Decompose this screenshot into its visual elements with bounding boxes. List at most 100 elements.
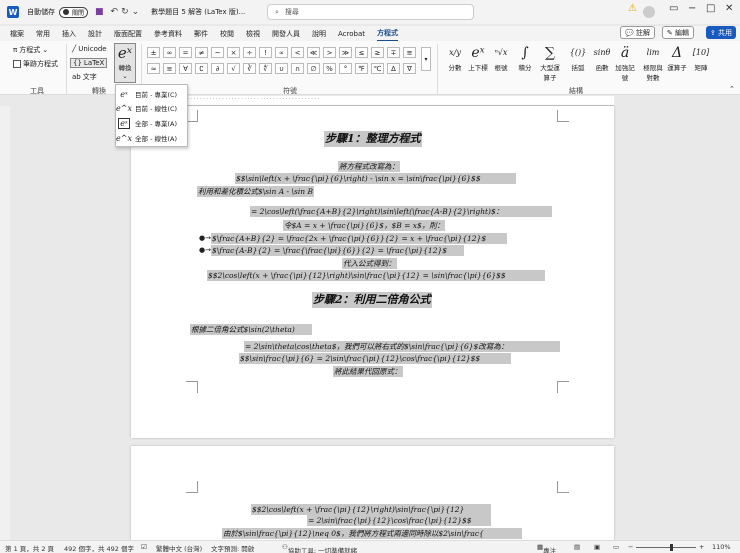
menu-item-current-professional[interactable]: eˣ 目前 - 專業(C) — [118, 87, 187, 101]
avatar[interactable] — [643, 6, 655, 18]
zoom-slider[interactable] — [636, 547, 696, 548]
tab-equation[interactable]: 方程式 — [377, 26, 398, 42]
convert-button[interactable]: eˣ 轉換 ⌄ — [114, 43, 136, 83]
zoom-level[interactable]: 110% — [712, 543, 731, 551]
focus-button[interactable]: ▦ 專注 — [537, 543, 556, 553]
edit-button[interactable]: ✎ 編輯 — [661, 26, 694, 39]
structure-button[interactable]: {()} 括弧 — [566, 44, 590, 72]
symbol-button[interactable]: ∁ — [195, 63, 208, 74]
tab-layout[interactable]: 版面配置 — [114, 27, 142, 41]
tab-file[interactable]: 檔案 — [10, 27, 24, 41]
symbol-button[interactable]: ∓ — [387, 47, 400, 58]
symbol-button[interactable]: ≫ — [339, 47, 352, 58]
heading-step1[interactable]: 步驟1：整理方程式 — [324, 131, 422, 147]
tab-design[interactable]: 設計 — [88, 27, 102, 41]
heading-step2[interactable]: 步驟2：利用二倍角公式 — [312, 292, 432, 308]
structure-button[interactable]: [10] 矩陣 — [689, 44, 713, 72]
text-prediction[interactable]: 文字預測: 開啟 — [211, 543, 254, 553]
doc-line[interactable]: 將此結果代回原式： — [333, 366, 403, 377]
doc-line[interactable]: 令$A = x + \frac{\pi}{6}$，$B = x$，則： — [283, 220, 446, 231]
symbol-button[interactable]: ≈ — [147, 63, 160, 74]
doc-line[interactable]: 代入公式得到： — [342, 258, 397, 269]
tab-insert[interactable]: 插入 — [62, 27, 76, 41]
structure-button[interactable]: ⁿ√x 根號 — [489, 44, 513, 72]
symbol-button[interactable]: ∀ — [179, 63, 192, 74]
doc-line[interactable]: $\frac{A+B}{2} = \frac{2x + \frac{\pi}{6… — [211, 233, 507, 244]
symbol-button[interactable]: ∩ — [291, 63, 304, 74]
tab-references[interactable]: 參考資料 — [154, 27, 182, 41]
symbol-button[interactable]: ∛ — [243, 63, 256, 74]
symbol-button[interactable]: × — [227, 47, 240, 58]
symbol-button[interactable]: > — [323, 47, 336, 58]
menu-item-all-professional[interactable]: eˣ 全部 - 專業(A) — [118, 116, 187, 130]
doc-line[interactable]: 利用和差化積公式$\sin A - \sin B — [197, 186, 314, 197]
read-mode-icon[interactable]: ▤ — [574, 543, 580, 551]
structure-button[interactable]: sinθ 函數 — [590, 44, 614, 72]
print-layout-icon[interactable]: ▣ — [594, 543, 600, 551]
tab-home[interactable]: 常用 — [36, 27, 50, 41]
symbol-button[interactable]: √ — [227, 63, 240, 74]
doc-line[interactable]: 由於$\sin\frac{\pi}{12}\neq 0$，我們將方程式兩邊同時除… — [222, 528, 522, 539]
doc-line[interactable]: $\frac{A-B}{2} = \frac{\frac{\pi}{6}}{2}… — [211, 245, 464, 256]
doc-line[interactable]: $$2\cos\left(x + \frac{\pi}{12}\right)\s… — [251, 504, 491, 515]
tab-view[interactable]: 檢視 — [246, 27, 260, 41]
symbol-button[interactable]: < — [291, 47, 304, 58]
undo-icon[interactable]: ↶ — [111, 7, 119, 17]
symbol-button[interactable]: ∞ — [163, 47, 176, 58]
symbol-button[interactable]: ≪ — [307, 47, 320, 58]
symbol-button[interactable]: ° — [339, 63, 352, 74]
symbol-button[interactable]: ℃ — [371, 63, 384, 74]
web-layout-icon[interactable]: ▭ — [613, 543, 619, 551]
symbol-button[interactable]: ± — [147, 47, 160, 58]
symbol-button[interactable]: % — [323, 63, 336, 74]
symbol-button[interactable]: ≡ — [163, 63, 176, 74]
more-icon[interactable]: ⌄ — [132, 7, 140, 17]
collapse-ribbon-icon[interactable]: ⌃ — [729, 85, 735, 93]
comment-button[interactable]: 💬 註解 — [620, 26, 655, 39]
language[interactable]: 繁體中文 (台灣) — [156, 543, 202, 553]
symbol-button[interactable]: ∅ — [307, 63, 320, 74]
doc-line[interactable]: $$\sin\frac{\pi}{6} = 2\sin\frac{\pi}{12… — [239, 353, 511, 364]
doc-line[interactable]: = 2\sin\theta\cos\theta$，我們可以將右式的$\sin\f… — [244, 341, 560, 352]
symbol-button[interactable]: ∇ — [403, 63, 416, 74]
tab-developer[interactable]: 開發人員 — [272, 27, 300, 41]
symbol-button[interactable]: ≅ — [403, 47, 416, 58]
warning-icon[interactable]: ⚠ — [628, 3, 637, 14]
zoom-slider-thumb[interactable] — [670, 544, 673, 551]
accessibility-status[interactable]: ⚇ 協助工具: 一切準備就緒 — [282, 543, 357, 553]
symbol-button[interactable]: ∝ — [275, 47, 288, 58]
maximize-button[interactable]: □ — [706, 3, 715, 14]
symbol-button[interactable]: ℉ — [355, 63, 368, 74]
symbol-button[interactable]: ≤ — [355, 47, 368, 58]
equation-button[interactable]: π 方程式 ⌄ — [13, 45, 48, 55]
doc-line[interactable]: $$\sin\left(x + \frac{\pi}{6}\right) - \… — [235, 173, 516, 184]
word-count[interactable]: 492 個字，共 492 個字 — [64, 543, 134, 553]
autosave-toggle[interactable]: 關閉 — [59, 6, 89, 18]
latex-option[interactable]: {} LaTeX — [70, 58, 108, 68]
close-button[interactable]: ✕ — [725, 3, 733, 14]
structure-button[interactable]: eˣ 上下標 — [466, 44, 490, 72]
ink-equation-button[interactable]: 筆跡方程式 — [13, 59, 58, 69]
page-count[interactable]: 第 1 頁，共 2 頁 — [5, 543, 54, 553]
share-button[interactable]: ⇪ 共用 — [705, 26, 736, 39]
redo-icon[interactable]: ↻ — [121, 7, 129, 17]
structure-button[interactable]: lim 極限與對數 — [641, 44, 665, 82]
save-icon[interactable]: ■ — [95, 7, 104, 17]
structure-button[interactable]: ∫ 積分 — [513, 44, 537, 72]
menu-item-all-linear[interactable]: e^x 全部 - 線性(A) — [116, 131, 187, 145]
symbol-button[interactable]: ≥ — [371, 47, 384, 58]
symbol-button[interactable]: ~ — [211, 47, 224, 58]
ribbon-display-icon[interactable]: ▭ — [669, 3, 678, 14]
structure-button[interactable]: ∑ 大型運算子 — [538, 44, 562, 82]
doc-line[interactable]: 將方程式改寫為： — [338, 161, 400, 172]
doc-line[interactable]: $$2\cos\left(x + \frac{\pi}{12}\right)\s… — [207, 270, 545, 281]
symbol-gallery-more-button[interactable]: ▾ — [421, 47, 431, 71]
structure-button[interactable]: x/y 分數 — [443, 44, 467, 72]
symbol-button[interactable]: ! — [259, 47, 272, 58]
symbol-button[interactable]: ÷ — [243, 47, 256, 58]
symbol-button[interactable]: ∜ — [259, 63, 272, 74]
doc-line[interactable]: 根據二倍角公式$\sin(2\theta) — [190, 324, 312, 335]
tab-mailings[interactable]: 郵件 — [194, 27, 208, 41]
symbol-button[interactable]: = — [179, 47, 192, 58]
doc-line[interactable]: = 2\cos\left(\frac{A+B}{2}\right)\sin\le… — [250, 206, 552, 217]
